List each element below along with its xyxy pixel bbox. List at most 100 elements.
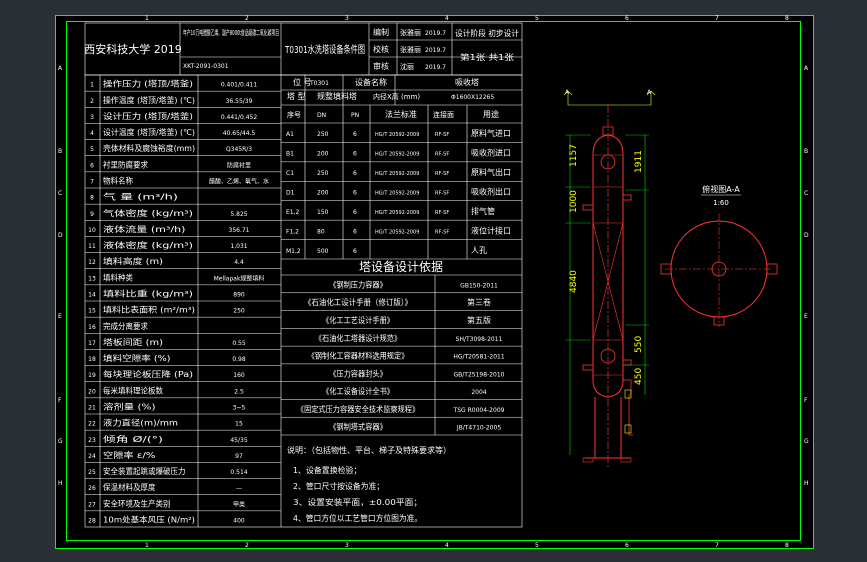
cad-drawing: A AB BC CD DE EF FG GH H1122334455667788 西安 bbox=[55, 15, 814, 549]
spec-row-no: 4 bbox=[90, 130, 94, 137]
nozzle-dn: 200 bbox=[317, 189, 329, 196]
spec-row-no: 27 bbox=[88, 501, 96, 508]
basis-standard-code: TSG R0004-2009 bbox=[453, 407, 505, 414]
tower-type-label: 塔 型 bbox=[287, 91, 306, 101]
nozzle-mark: M1,2 bbox=[286, 248, 301, 255]
zone-letter-left: D bbox=[58, 232, 63, 239]
zone-number-top: 7 bbox=[715, 15, 719, 22]
spec-row-no: 20 bbox=[88, 388, 96, 395]
spec-row-name: 填料种类 bbox=[103, 272, 133, 282]
spec-row-name: 操作温度 (塔顶/塔釜) (℃) bbox=[103, 95, 195, 105]
spec-row-name: 液体密度 (kg/m³) bbox=[103, 240, 193, 250]
nozzle-mark: C1 bbox=[286, 170, 294, 177]
spec-row-no: 23 bbox=[88, 437, 96, 444]
nozzle-pn: 6 bbox=[353, 209, 357, 216]
spec-row-no: 8 bbox=[90, 195, 94, 202]
note-item: 3、设置安装平面，±0.00平面； bbox=[293, 497, 422, 507]
spec-row-value: 250 bbox=[233, 308, 245, 315]
basis-standard-name: 《钢制塔式容器》 bbox=[329, 422, 387, 432]
nozzle-col-use: 用途 bbox=[483, 109, 499, 119]
spec-row-name: 空隙率 ε/% bbox=[103, 450, 156, 460]
spec-row-name: 液力直径(m)/mm bbox=[103, 418, 178, 428]
spec-row-name: 设计压力 (塔顶/塔釜) bbox=[103, 111, 193, 121]
zone-number-bottom: 6 bbox=[625, 542, 629, 549]
spec-row-value: Q345R/3 bbox=[226, 146, 252, 153]
spec-row-value: 160 bbox=[233, 372, 245, 379]
spec-row-name: 填料比表面积 (m²/m³) bbox=[103, 305, 195, 315]
spec-row-name: 安全装置起跳或爆破压力 bbox=[103, 466, 186, 476]
dim-550: 550 bbox=[634, 336, 644, 353]
spec-row-no: 7 bbox=[90, 178, 94, 185]
zone-letter-left: B bbox=[58, 148, 62, 155]
nozzle-standard: HG/T 20592-2009 bbox=[375, 229, 419, 235]
sheet-count: 第1张 共1张 bbox=[460, 52, 514, 62]
spec-row-no: 25 bbox=[88, 469, 96, 476]
zone-letter-left: E bbox=[58, 313, 62, 320]
zone-letter-right: H bbox=[804, 480, 809, 487]
zone-letter-right: F bbox=[804, 397, 808, 404]
nozzle-use: 液位计接口 bbox=[471, 225, 511, 235]
zone-letter-right: E bbox=[804, 313, 808, 320]
spec-row-name: 设计温度 (塔顶/塔釜) (℃) bbox=[103, 127, 195, 137]
zone-number-top: 2 bbox=[245, 15, 249, 22]
designer-label: 编制 bbox=[373, 27, 389, 37]
note-item: 4、管口方位以工艺管口方位图为准。 bbox=[293, 513, 422, 523]
title-block: 西安科技大学 2019 年产10万吨醋酸乙烯、副产8000t食品级碳二氧化碳项目… bbox=[84, 27, 519, 71]
nozzle-pn: 6 bbox=[353, 151, 357, 158]
nozzle-mark: F1,2 bbox=[286, 228, 299, 235]
zone-number-bottom: 4 bbox=[445, 542, 449, 549]
nozzle-dn: 80 bbox=[317, 228, 325, 235]
spec-row-no: 19 bbox=[88, 372, 96, 379]
drawing-name: T0301水洗塔设备条件图 bbox=[284, 43, 365, 56]
zone-letter-left: H bbox=[58, 480, 63, 487]
nozzle-face: RF-SF bbox=[435, 210, 449, 216]
tag-label: 位 号 bbox=[293, 77, 312, 87]
basis-standard-name: 《钢制压力容器》 bbox=[329, 279, 387, 289]
spec-row-no: 5 bbox=[90, 146, 94, 153]
spec-row-no: 17 bbox=[88, 340, 96, 347]
zone-letter-right: A bbox=[804, 65, 809, 72]
nozzle-rows: A1 250 6 HG/T 20592-2009 RF-SF 原料气进口 B1 200 6 HG/… bbox=[286, 128, 511, 255]
spec-row-name: 填料高度 (m) bbox=[103, 256, 163, 266]
spec-row-no: 28 bbox=[88, 517, 96, 524]
spec-row-value: 356.71 bbox=[229, 227, 250, 234]
dim-1911: 1911 bbox=[634, 150, 644, 173]
size-label: 内径X高 (mm) bbox=[373, 92, 420, 101]
equipment-value: 吸收塔 bbox=[455, 77, 479, 87]
level-gauge bbox=[623, 379, 633, 436]
zone-number-bottom: 2 bbox=[245, 542, 249, 549]
zone-number-bottom: 7 bbox=[715, 542, 719, 549]
nozzle-use: 吸收剂出口 bbox=[471, 186, 511, 196]
spec-row-name: 溶剂量 (%) bbox=[103, 401, 156, 411]
basis-standard-code: 2004 bbox=[471, 389, 486, 396]
nozzle-face: RF-SF bbox=[435, 132, 449, 138]
notes-title: 说明：（包括物性、平台、梯子及特殊要求等） bbox=[287, 445, 451, 455]
nozzle-dn: 200 bbox=[317, 151, 329, 158]
drawing-sheet: AABBCCDDEEFFGGHH1122334455667788 西安科技大学 … bbox=[55, 15, 814, 549]
nozzle-use: 原料气出口 bbox=[471, 167, 511, 177]
basis-standard-edition: 第三卷 bbox=[467, 297, 491, 307]
spec-row-name: 物料名称 bbox=[103, 175, 133, 185]
nozzle-dn: 250 bbox=[317, 170, 329, 177]
spec-row-value: Mellapak规整填料 bbox=[214, 274, 265, 282]
spec-row-name: 气体密度 (kg/m³) bbox=[103, 208, 193, 218]
nozzle-pn: 6 bbox=[353, 248, 357, 255]
dim-1157: 1157 bbox=[569, 144, 579, 167]
nozzle-standard: HG/T 20592-2009 bbox=[375, 152, 419, 158]
spec-row-no: 2 bbox=[90, 98, 94, 105]
designer-date: 2019.7 bbox=[425, 30, 446, 37]
tower-type-value: 规整填料塔 bbox=[317, 91, 357, 101]
zone-number-top: 8 bbox=[785, 15, 789, 22]
design-stage: 设计阶段 初步设计 bbox=[455, 28, 519, 38]
zone-letter-left: G bbox=[58, 438, 63, 445]
nozzle-face: RF-SF bbox=[435, 229, 449, 235]
basis-standard-name: 《压力容器封头》 bbox=[329, 368, 387, 378]
designer-name: 张雅丽 bbox=[400, 28, 421, 37]
spec-row-name: 填料空隙率 (%) bbox=[103, 353, 171, 363]
zone-number-top: 6 bbox=[625, 15, 629, 22]
side-nozzle-left bbox=[582, 204, 594, 211]
spec-row-name: 倾角 Ø/(°) bbox=[103, 434, 163, 444]
zone-number-bottom: 3 bbox=[345, 542, 349, 549]
zone-letter-left: F bbox=[58, 397, 62, 404]
nozzle-dn: 150 bbox=[317, 209, 329, 216]
